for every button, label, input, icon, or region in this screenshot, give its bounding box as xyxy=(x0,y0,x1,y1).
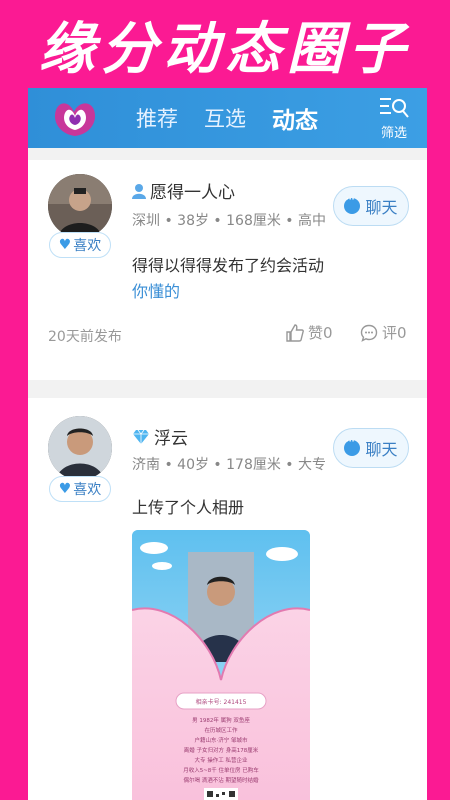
photo-line-7: 偶尔喝 滴酒不沾 期望随时结婚 xyxy=(184,776,259,784)
post-card: ♥ 喜欢 愿得一人心 深圳 • 38岁 • 168厘米 • 高中 聊天 得得以得… xyxy=(28,160,427,380)
heart-icon: ♥ xyxy=(58,481,72,497)
user-name-row: 浮云 xyxy=(132,424,188,449)
chat-bubble-icon xyxy=(344,192,361,214)
user-name-row: 愿得一人心 xyxy=(132,178,235,203)
filter-button[interactable]: 筛选 xyxy=(377,96,411,141)
user-icon xyxy=(132,183,146,199)
avatar[interactable] xyxy=(48,416,112,480)
photo-line-6: 月收入5~8千 住单位房 已购车 xyxy=(183,766,259,774)
comment-icon xyxy=(360,324,378,342)
tab-bar: 推荐 互选 动态 xyxy=(136,88,344,148)
post-time: 20天前发布 xyxy=(48,329,122,345)
filter-label: 筛选 xyxy=(380,126,407,141)
tab-moments[interactable]: 动态 xyxy=(272,101,318,135)
like-label: 喜欢 xyxy=(73,238,102,254)
post-card: ♥ 喜欢 浮云 济南 • 40岁 • 178厘米 • 大专 聊天 上传了个人相册 xyxy=(28,398,427,800)
user-name[interactable]: 愿得一人心 xyxy=(150,178,235,203)
like-button[interactable]: ♥ 喜欢 xyxy=(49,476,111,502)
chat-label: 聊天 xyxy=(365,198,398,217)
photo-id-line: 相亲卡号: 241415 xyxy=(196,698,247,706)
chat-button[interactable]: 聊天 xyxy=(333,428,409,468)
like-label: 喜欢 xyxy=(73,482,102,498)
post-content: 得得以得得发布了约会活动 xyxy=(132,256,325,275)
tab-mutual[interactable]: 互选 xyxy=(204,103,246,133)
user-meta: 深圳 • 38岁 • 168厘米 • 高中 xyxy=(132,213,327,229)
like-count: 赞0 xyxy=(308,324,333,342)
user-name[interactable]: 浮云 xyxy=(154,424,188,449)
app-header: 推荐 互选 动态 筛选 xyxy=(28,88,427,148)
like-button[interactable]: ♥ 喜欢 xyxy=(49,232,111,258)
user-meta: 济南 • 40岁 • 178厘米 • 大专 xyxy=(132,457,327,473)
filter-search-icon xyxy=(380,98,409,118)
butterfly-logo-icon xyxy=(54,103,96,136)
chat-label: 聊天 xyxy=(365,440,398,459)
tab-recommend[interactable]: 推荐 xyxy=(136,103,178,133)
chat-bubble-icon xyxy=(344,434,361,456)
avatar[interactable] xyxy=(48,174,112,238)
photo-line-5: 大专 操作工 私营企业 xyxy=(195,756,248,764)
photo-line-2: 在历城区工作 xyxy=(204,726,238,734)
photo-line-1: 男 1982年 属狗 双鱼座 xyxy=(192,716,250,724)
chat-button[interactable]: 聊天 xyxy=(333,186,409,226)
comment-count: 评0 xyxy=(382,324,407,342)
banner-title: 缘分动态圈子 xyxy=(39,15,411,82)
photo-line-4: 离婚 子女归对方 身高178厘米 xyxy=(184,746,259,754)
promo-banner: 缘分动态圈子 xyxy=(0,0,450,88)
like-count-button[interactable]: 赞0 xyxy=(286,322,333,343)
photo-line-3: 户籍山东·济宁 邹城市 xyxy=(195,736,248,744)
comment-button[interactable]: 评0 xyxy=(360,322,407,343)
album-photo[interactable]: 相亲卡号: 241415 男 1982年 属狗 双鱼座 在历城区工作 户籍山东·… xyxy=(132,530,310,800)
profile-card-image: 相亲卡号: 241415 男 1982年 属狗 双鱼座 在历城区工作 户籍山东·… xyxy=(132,530,310,800)
diamond-icon xyxy=(133,429,149,444)
heart-icon: ♥ xyxy=(58,237,72,253)
thumbs-up-icon xyxy=(286,323,304,342)
post-content: 上传了个人相册 xyxy=(132,498,245,517)
post-link[interactable]: 你懂的 xyxy=(132,278,180,302)
app-screen: 推荐 互选 动态 筛选 ♥ 喜欢 愿得一人心 深圳 • 38岁 • 168厘米 … xyxy=(28,88,427,800)
